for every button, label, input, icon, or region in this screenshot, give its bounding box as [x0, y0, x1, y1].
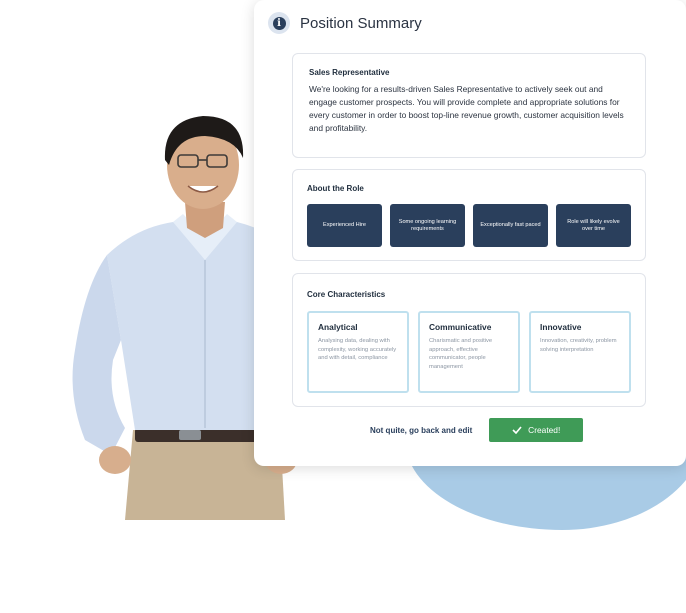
- back-edit-link[interactable]: Not quite, go back and edit: [370, 426, 472, 435]
- info-icon: i: [268, 12, 290, 34]
- characteristic-name: Communicative: [429, 322, 492, 332]
- check-icon: [512, 426, 522, 434]
- role-tag: Some ongoing learning requirements: [390, 204, 465, 247]
- about-role-title: About the Role: [307, 184, 364, 193]
- about-role-panel: About the Role Experienced Hire Some ong…: [292, 169, 646, 261]
- role-tag: Role will likely evolve over time: [556, 204, 631, 247]
- created-button[interactable]: Created!: [489, 418, 584, 442]
- actions-bar: Not quite, go back and edit Created!: [370, 418, 584, 442]
- position-summary-card: i Position Summary Sales Representative …: [254, 0, 686, 466]
- characteristic-card[interactable]: Communicative Charismatic and positive a…: [418, 311, 520, 393]
- characteristics-list: Analytical Analysing data, dealing with …: [307, 311, 631, 393]
- characteristic-desc: Analysing data, dealing with complexity,…: [318, 338, 397, 361]
- role-tags: Experienced Hire Some ongoing learning r…: [307, 204, 631, 247]
- characteristic-name: Innovative: [540, 322, 582, 332]
- role-tag: Exceptionally fast paced: [473, 204, 548, 247]
- characteristic-name: Analytical: [318, 322, 358, 332]
- summary-panel: Sales Representative We're looking for a…: [292, 53, 646, 158]
- characteristic-desc: Charismatic and positive approach, effec…: [429, 338, 493, 370]
- characteristic-desc: Innovation, creativity, problem solving …: [540, 338, 617, 353]
- page-title: Position Summary: [300, 14, 422, 32]
- core-characteristics-title: Core Characteristics: [307, 290, 386, 299]
- role-tag: Experienced Hire: [307, 204, 382, 247]
- characteristic-card[interactable]: Innovative Innovation, creativity, probl…: [529, 311, 631, 393]
- summary-title: Sales Representative: [309, 68, 390, 77]
- core-characteristics-panel: Core Characteristics Analytical Analysin…: [292, 273, 646, 407]
- summary-text: We're looking for a results-driven Sales…: [309, 84, 624, 133]
- characteristic-card[interactable]: Analytical Analysing data, dealing with …: [307, 311, 409, 393]
- created-label: Created!: [528, 425, 561, 435]
- card-header: i Position Summary: [268, 12, 422, 34]
